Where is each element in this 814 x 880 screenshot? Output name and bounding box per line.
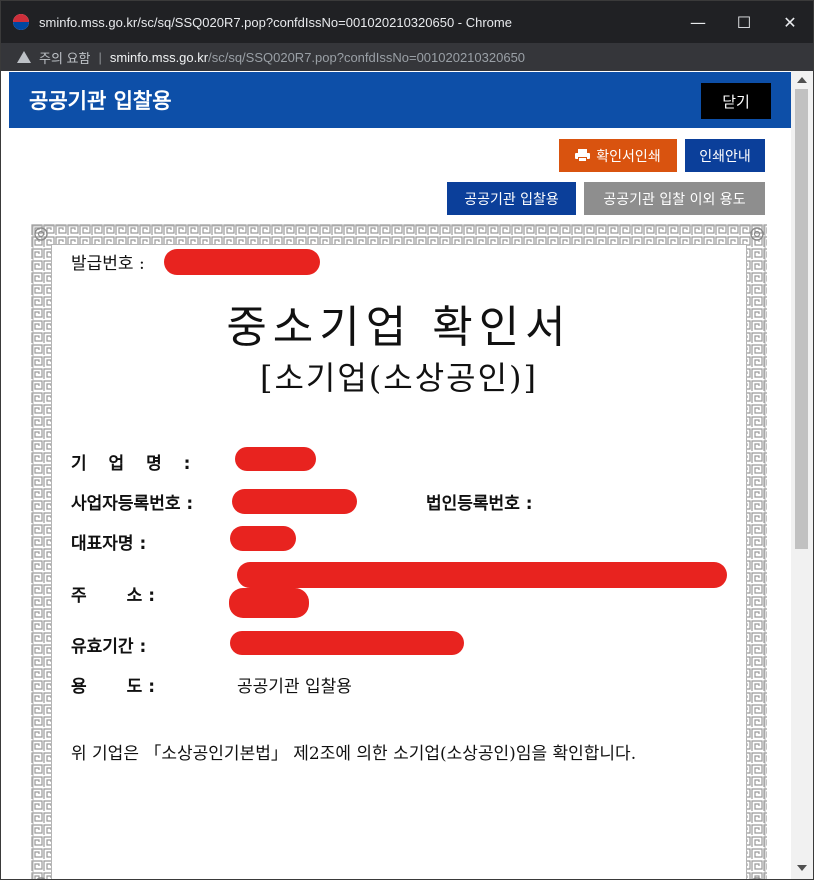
print-guide-button[interactable]: 인쇄안내 <box>685 139 765 172</box>
redaction-mark <box>237 562 727 588</box>
printer-icon <box>575 149 591 162</box>
redaction-mark <box>235 447 316 471</box>
maximize-button[interactable]: ☐ <box>721 1 767 43</box>
redaction-mark <box>164 249 320 275</box>
print-certificate-button[interactable]: 확인서인쇄 <box>559 139 677 172</box>
redaction-mark <box>229 588 309 618</box>
popup-title: 공공기관 입찰용 <box>29 89 172 113</box>
page-viewport: 공공기관 입찰용 닫기 확인서인쇄 인쇄안내 공공기관 입찰용 공공기관 입찰 … <box>1 71 813 879</box>
close-button[interactable]: 닫기 <box>701 83 771 119</box>
business-number-label: 사업자등록번호 : <box>71 494 194 514</box>
usage-label: 용도 : <box>71 677 155 697</box>
close-window-button[interactable]: ✕ <box>767 1 813 43</box>
print-certificate-label: 확인서인쇄 <box>596 148 661 165</box>
minimize-button[interactable]: — <box>675 1 721 43</box>
scroll-down-arrow-icon[interactable] <box>797 865 807 871</box>
certificate-subtitle: [소기업(소상공인)] <box>259 359 539 397</box>
scroll-up-arrow-icon[interactable] <box>797 77 807 83</box>
issue-number-label: 발급번호 : <box>71 254 145 274</box>
usage-value: 공공기관 입찰용 <box>237 677 352 697</box>
corporate-number-label: 법인등록번호 : <box>426 494 533 514</box>
window-controls: — ☐ ✕ <box>675 1 813 43</box>
taegeuk-icon <box>13 14 29 30</box>
url-host[interactable]: sminfo.mss.go.kr <box>110 50 208 65</box>
other-purpose-button[interactable]: 공공기관 입찰 이외 용도 <box>584 182 765 215</box>
browser-window: sminfo.mss.go.kr/sc/sq/SSQ020R7.pop?conf… <box>0 0 814 880</box>
public-bid-button[interactable]: 공공기관 입찰용 <box>447 182 576 215</box>
url-path[interactable]: /sc/sq/SSQ020R7.pop?confdIssNo=001020210… <box>208 50 525 65</box>
redaction-mark <box>230 526 296 551</box>
company-name-label: 기 업 명 : <box>71 454 199 474</box>
security-warning-text[interactable]: 주의 요함 <box>39 48 90 67</box>
vertical-scrollbar[interactable] <box>791 71 813 879</box>
window-title: sminfo.mss.go.kr/sc/sq/SSQ020R7.pop?conf… <box>39 14 512 30</box>
redaction-mark <box>230 631 464 655</box>
address-bar[interactable]: 주의 요함 | sminfo.mss.go.kr /sc/sq/SSQ020R7… <box>1 43 813 71</box>
validity-period-label: 유효기간 : <box>71 637 147 657</box>
address-label: 주소 : <box>71 586 155 606</box>
title-bar: sminfo.mss.go.kr/sc/sq/SSQ020R7.pop?conf… <box>1 1 813 43</box>
popup-header: 공공기관 입찰용 닫기 <box>9 72 791 128</box>
warning-triangle-icon[interactable] <box>17 51 31 63</box>
scrollbar-thumb[interactable] <box>795 89 808 549</box>
representative-label: 대표자명 : <box>71 534 147 554</box>
certificate-statement: 위 기업은 「소상공인기본법」 제2조에 의한 소기업(소상공인)임을 확인합니… <box>71 744 637 764</box>
certificate-title: 중소기업 확인서 <box>226 302 572 353</box>
address-separator: | <box>98 49 102 65</box>
page-edge <box>1 71 9 879</box>
redaction-mark <box>232 489 357 514</box>
